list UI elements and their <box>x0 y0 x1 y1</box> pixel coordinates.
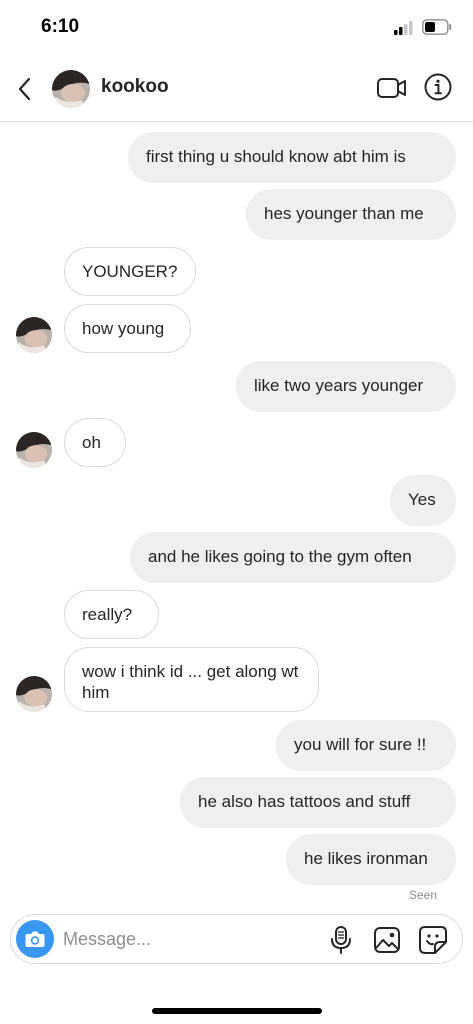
avatar[interactable] <box>52 70 90 108</box>
message-bubble-received[interactable]: wow i think id ... get along wt him <box>64 647 319 712</box>
avatar-photo <box>16 432 52 468</box>
message-bubble-sent[interactable]: hes younger than me <box>246 189 456 240</box>
back-icon[interactable] <box>14 76 36 102</box>
message-bubble-sent[interactable]: he also has tattoos and stuff <box>180 777 456 828</box>
message-bubble-sent[interactable]: like two years younger <box>236 361 456 412</box>
battery-icon <box>422 19 452 35</box>
info-icon[interactable] <box>423 72 453 102</box>
contact-name[interactable]: kookoo <box>101 76 169 98</box>
microphone-icon[interactable] <box>329 925 353 955</box>
home-indicator[interactable] <box>152 1008 322 1014</box>
chat-header: kookoo <box>0 56 473 122</box>
gallery-icon[interactable] <box>373 926 401 954</box>
avatar[interactable] <box>16 676 52 712</box>
message-bubble-sent[interactable]: first thing u should know abt him is <box>128 132 456 183</box>
status-bar: 6:10 <box>0 0 473 56</box>
avatar[interactable] <box>16 432 52 468</box>
message-bubble-sent[interactable]: he likes ironman <box>286 834 456 885</box>
sticker-icon[interactable] <box>418 925 448 955</box>
message-bubble-received[interactable]: really? <box>64 590 159 639</box>
message-bubble-sent[interactable]: you will for sure !! <box>276 720 456 771</box>
avatar-photo <box>16 317 52 353</box>
status-time: 6:10 <box>41 16 80 37</box>
message-bubble-received[interactable]: oh <box>64 418 126 467</box>
video-call-icon[interactable] <box>376 75 408 101</box>
camera-icon <box>25 931 45 947</box>
seen-receipt: Seen <box>408 888 437 902</box>
cellular-signal-icon <box>394 21 413 35</box>
camera-button[interactable] <box>16 920 54 958</box>
message-bubble-sent[interactable]: Yes <box>390 475 456 526</box>
message-bubble-sent[interactable]: and he likes going to the gym often <box>130 532 456 583</box>
message-input[interactable] <box>63 923 313 955</box>
avatar-photo <box>52 70 90 108</box>
avatar-photo <box>16 676 52 712</box>
message-bubble-received[interactable]: how young <box>64 304 191 353</box>
avatar[interactable] <box>16 317 52 353</box>
message-bubble-received[interactable]: YOUNGER? <box>64 247 196 296</box>
message-composer <box>10 914 463 964</box>
